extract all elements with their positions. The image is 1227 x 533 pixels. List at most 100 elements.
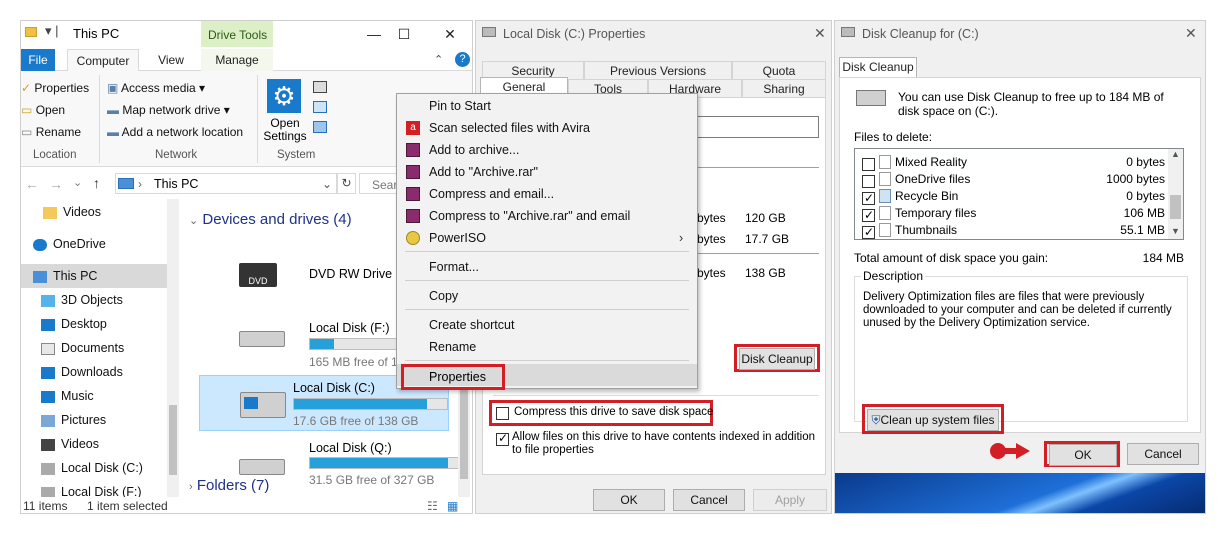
nav-item-documents[interactable]: Documents — [21, 336, 179, 360]
file-checkbox[interactable] — [862, 224, 875, 239]
quick-access-toolbar[interactable]: ▾ | — [45, 23, 59, 39]
tab-computer[interactable]: Computer — [67, 49, 139, 71]
rename-icon: ▭ — [21, 125, 33, 139]
back-arrow-icon[interactable]: ← — [25, 176, 39, 192]
ok-button[interactable]: OK — [593, 489, 665, 511]
tab-view[interactable]: View — [149, 49, 193, 71]
menu-item-properties[interactable]: Properties — [401, 364, 505, 390]
list-item[interactable]: Thumbnails 55.1 MB — [855, 222, 1165, 239]
menu-item-format[interactable]: Format... — [397, 256, 697, 278]
menu-item-scan-avira[interactable]: a Scan selected files with Avira — [397, 117, 697, 139]
menu-item-poweriso[interactable]: PowerISO › — [397, 227, 697, 249]
capacity-bytes: bytes — [697, 266, 726, 280]
scrollbar-thumb[interactable] — [1170, 195, 1181, 219]
compress-checkbox[interactable] — [496, 407, 509, 421]
tab-disk-cleanup[interactable]: Disk Cleanup — [839, 57, 917, 77]
menu-item-pin-to-start[interactable]: Pin to Start — [397, 95, 697, 117]
nav-item-local-disk-c[interactable]: Local Disk (C:) — [21, 456, 179, 480]
nav-pane-scrollbar[interactable] — [167, 199, 179, 497]
list-item[interactable]: Temporary files 106 MB — [855, 205, 1165, 224]
maximize-icon[interactable]: ☐ — [389, 21, 419, 47]
nav-item-videos[interactable]: Videos — [21, 200, 179, 224]
details-view-icon[interactable]: ☷ — [427, 499, 438, 513]
nav-item-3d-objects[interactable]: 3D Objects — [21, 288, 179, 312]
scroll-down-icon[interactable]: ▼ — [1168, 226, 1183, 238]
nav-item-downloads[interactable]: Downloads — [21, 360, 179, 384]
menu-separator — [405, 309, 689, 310]
menu-item-rename[interactable]: Rename — [397, 336, 697, 358]
file-checkbox[interactable] — [862, 190, 875, 207]
nav-item-videos-pc[interactable]: Videos — [21, 432, 179, 456]
forward-arrow-icon[interactable]: → — [49, 176, 63, 192]
menu-item-create-shortcut[interactable]: Create shortcut — [397, 314, 697, 336]
access-media-button[interactable]: ▣ Access media ▾ — [107, 79, 205, 97]
close-icon[interactable]: ✕ — [435, 21, 465, 47]
open-settings-label[interactable]: Open Settings — [257, 117, 313, 143]
menu-item-compress-email[interactable]: Compress and email... — [397, 183, 697, 205]
large-icons-view-icon[interactable]: ▦ — [447, 499, 458, 513]
ok-button[interactable]: OK — [1049, 444, 1117, 466]
drive-icon — [41, 486, 55, 497]
tab-manage[interactable]: Manage — [201, 49, 273, 71]
files-list: Mixed Reality 0 bytes OneDrive files 100… — [854, 148, 1184, 240]
system-properties-icon[interactable] — [313, 81, 327, 93]
tab-file[interactable]: File — [21, 49, 55, 71]
open-ribbon-button[interactable]: ▭ Open — [21, 101, 65, 119]
menu-item-compress-rar-email[interactable]: Compress to "Archive.rar" and email — [397, 205, 697, 227]
nav-item-pictures[interactable]: Pictures — [21, 408, 179, 432]
devices-header-label: Devices and drives (4) — [202, 211, 352, 228]
nav-item-label: Videos — [61, 437, 99, 451]
submenu-arrow-icon: › — [679, 231, 684, 245]
nav-item-onedrive[interactable]: OneDrive — [21, 232, 179, 256]
nav-item-local-disk-f[interactable]: Local Disk (F:) — [21, 480, 179, 497]
address-dropdown-icon[interactable]: ⌄ — [322, 177, 332, 191]
address-bar[interactable]: › This PC ⌄ — [115, 173, 337, 194]
nav-item-this-pc[interactable]: This PC — [21, 264, 179, 288]
scroll-up-icon[interactable]: ▲ — [1168, 149, 1183, 161]
pictures-icon — [41, 414, 55, 427]
recent-locations-icon[interactable]: ⌄ — [73, 176, 82, 189]
disk-cleanup-button[interactable]: Disk Cleanup — [739, 348, 815, 370]
menu-item-add-to-archive-rar[interactable]: Add to "Archive.rar" — [397, 161, 697, 183]
scrollbar-thumb[interactable] — [169, 405, 177, 475]
properties-ribbon-button[interactable]: ✓ Properties — [21, 79, 89, 97]
nav-item-desktop[interactable]: Desktop — [21, 312, 179, 336]
devices-and-drives-header[interactable]: ⌄ Devices and drives (4) — [189, 211, 352, 228]
rename-ribbon-button[interactable]: ▭ Rename — [21, 123, 81, 141]
index-checkbox[interactable] — [496, 431, 509, 447]
files-list-scrollbar[interactable]: ▲ ▼ — [1168, 149, 1183, 239]
uninstall-programs-icon[interactable] — [313, 101, 327, 113]
apply-button[interactable]: Apply — [753, 489, 827, 511]
menu-item-copy[interactable]: Copy — [397, 285, 697, 307]
file-checkbox[interactable] — [862, 175, 875, 189]
folders-header[interactable]: › Folders (7) — [189, 477, 269, 494]
file-checkbox[interactable] — [862, 207, 875, 224]
breadcrumb-chevron-icon[interactable]: › — [138, 177, 142, 191]
refresh-icon[interactable]: ↻ — [337, 173, 356, 194]
tab-previous-versions[interactable]: Previous Versions — [584, 61, 732, 79]
drive-label-input[interactable] — [697, 116, 819, 138]
manage-icon[interactable] — [313, 121, 327, 133]
tab-sharing[interactable]: Sharing — [742, 79, 826, 97]
menu-item-add-to-archive[interactable]: Add to archive... — [397, 139, 697, 161]
minimize-icon[interactable]: — — [359, 21, 389, 47]
cancel-button[interactable]: Cancel — [1127, 443, 1199, 465]
clean-up-system-files-button[interactable]: ⛨Clean up system files — [867, 409, 999, 431]
tab-quota[interactable]: Quota — [732, 61, 826, 79]
cancel-button[interactable]: Cancel — [673, 489, 745, 511]
list-item[interactable]: Mixed Reality 0 bytes — [855, 154, 1165, 172]
list-item[interactable]: Recycle Bin 0 bytes — [855, 188, 1165, 207]
close-icon[interactable]: ✕ — [814, 25, 826, 42]
ribbon-collapse-icon[interactable]: ⌃ — [434, 53, 443, 66]
up-arrow-icon[interactable]: ↑ — [93, 175, 100, 191]
help-icon[interactable]: ? — [455, 52, 470, 67]
disk-cleanup-window: Disk Cleanup for (C:) ✕ Disk Cleanup You… — [834, 20, 1206, 514]
settings-gear-icon[interactable]: ⚙ — [267, 79, 301, 113]
nav-item-music[interactable]: Music — [21, 384, 179, 408]
file-checkbox[interactable] — [862, 158, 875, 172]
close-icon[interactable]: ✕ — [1185, 25, 1197, 42]
add-network-location-button[interactable]: ▬ Add a network location — [107, 123, 243, 141]
map-network-drive-button[interactable]: ▬ Map network drive ▾ — [107, 101, 230, 119]
nav-item-label: 3D Objects — [61, 293, 123, 307]
list-item[interactable]: OneDrive files 1000 bytes — [855, 171, 1165, 189]
